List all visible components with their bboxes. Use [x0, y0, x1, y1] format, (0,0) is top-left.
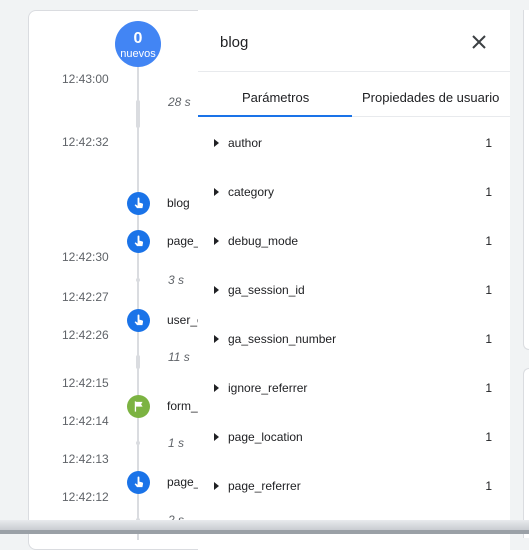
parameter-row[interactable]: author 1 [198, 132, 510, 156]
timestamp: 12:42:27 [62, 290, 109, 304]
tap-icon [134, 314, 144, 326]
parameter-count: 1 [485, 332, 492, 346]
new-events-badge[interactable]: 0 nuevos [115, 21, 161, 67]
parameter-count: 1 [485, 136, 492, 150]
parameter-count: 1 [485, 381, 492, 395]
parameter-name: ga_session_id [228, 283, 305, 297]
caret-right-icon [214, 188, 219, 196]
parameter-name: debug_mode [228, 234, 299, 248]
duration-label: 28 s [168, 95, 191, 109]
event-name[interactable]: form_start [167, 399, 198, 413]
caret-right-icon [214, 237, 219, 245]
event-blog[interactable] [127, 192, 150, 215]
parameter-count: 1 [485, 234, 492, 248]
parameter-row[interactable]: ga_session_id 1 [198, 279, 510, 303]
timestamp: 12:42:12 [62, 490, 109, 504]
parameter-name: page_referrer [228, 479, 301, 493]
caret-right-icon [214, 335, 219, 343]
tap-icon [134, 197, 144, 209]
divider [198, 71, 510, 72]
duration-label: 11 s [168, 350, 190, 364]
event-name[interactable]: user_engagement [167, 313, 198, 327]
parameter-row[interactable]: ignore_referrer 1 [198, 377, 510, 401]
parameter-count: 1 [485, 185, 492, 199]
parameter-row[interactable]: debug_mode 1 [198, 230, 510, 254]
timestamp: 12:43:00 [62, 72, 109, 86]
duration-label: 3 s [168, 273, 185, 287]
duration-dot [136, 278, 140, 282]
window-bottom-edge [0, 520, 529, 534]
duration-dot [136, 441, 140, 445]
caret-right-icon [214, 482, 219, 490]
parameter-name: author [228, 136, 263, 150]
event-name[interactable]: page_view [167, 475, 198, 489]
event-form-start[interactable] [127, 395, 150, 418]
parameter-name: ga_session_number [228, 332, 337, 346]
timestamp: 12:42:14 [62, 414, 109, 428]
parameter-row[interactable]: page_referrer 1 [198, 475, 510, 499]
caret-right-icon [214, 139, 219, 147]
side-card-bottom [523, 368, 529, 538]
duration-bar [136, 355, 140, 369]
new-events-count: 0 [133, 30, 143, 47]
tap-icon [134, 235, 144, 247]
timestamp: 12:42:26 [62, 328, 109, 342]
tab-user-properties[interactable]: Propiedades de usuario [362, 90, 499, 105]
event-name[interactable]: blog [167, 196, 198, 210]
parameter-row[interactable]: page_location 1 [198, 426, 510, 450]
caret-right-icon [214, 286, 219, 294]
tab-parameters[interactable]: Parámetros [242, 90, 309, 105]
timestamp: 12:42:32 [62, 135, 109, 149]
event-page-view[interactable] [127, 230, 150, 253]
parameter-name: page_location [228, 430, 303, 444]
close-icon[interactable] [467, 30, 491, 54]
caret-right-icon [214, 384, 219, 392]
parameter-row[interactable]: category 1 [198, 181, 510, 205]
timestamp: 12:42:13 [62, 452, 109, 466]
timestamp: 12:42:30 [62, 250, 109, 264]
parameter-row[interactable]: ga_session_number 1 [198, 328, 510, 352]
event-page-view[interactable] [127, 471, 150, 494]
flag-icon [134, 401, 143, 412]
new-events-label: nuevos [120, 48, 156, 60]
parameter-count: 1 [485, 283, 492, 297]
event-details-panel: blog Parámetros Propiedades de usuario a… [198, 10, 510, 550]
timeline-line [137, 60, 139, 540]
tap-icon [134, 476, 144, 488]
side-card-top [523, 10, 529, 350]
event-name[interactable]: page_view [167, 234, 198, 248]
parameter-name: category [228, 185, 275, 199]
parameter-count: 1 [485, 430, 492, 444]
duration-label: 1 s [168, 436, 185, 450]
parameter-name: ignore_referrer [228, 381, 308, 395]
parameter-count: 1 [485, 479, 492, 493]
panel-title: blog [220, 34, 249, 51]
caret-right-icon [214, 433, 219, 441]
event-user-engagement[interactable] [127, 309, 150, 332]
timestamp: 12:42:15 [62, 376, 109, 390]
active-tab-indicator [198, 115, 352, 117]
duration-bar [136, 100, 140, 128]
